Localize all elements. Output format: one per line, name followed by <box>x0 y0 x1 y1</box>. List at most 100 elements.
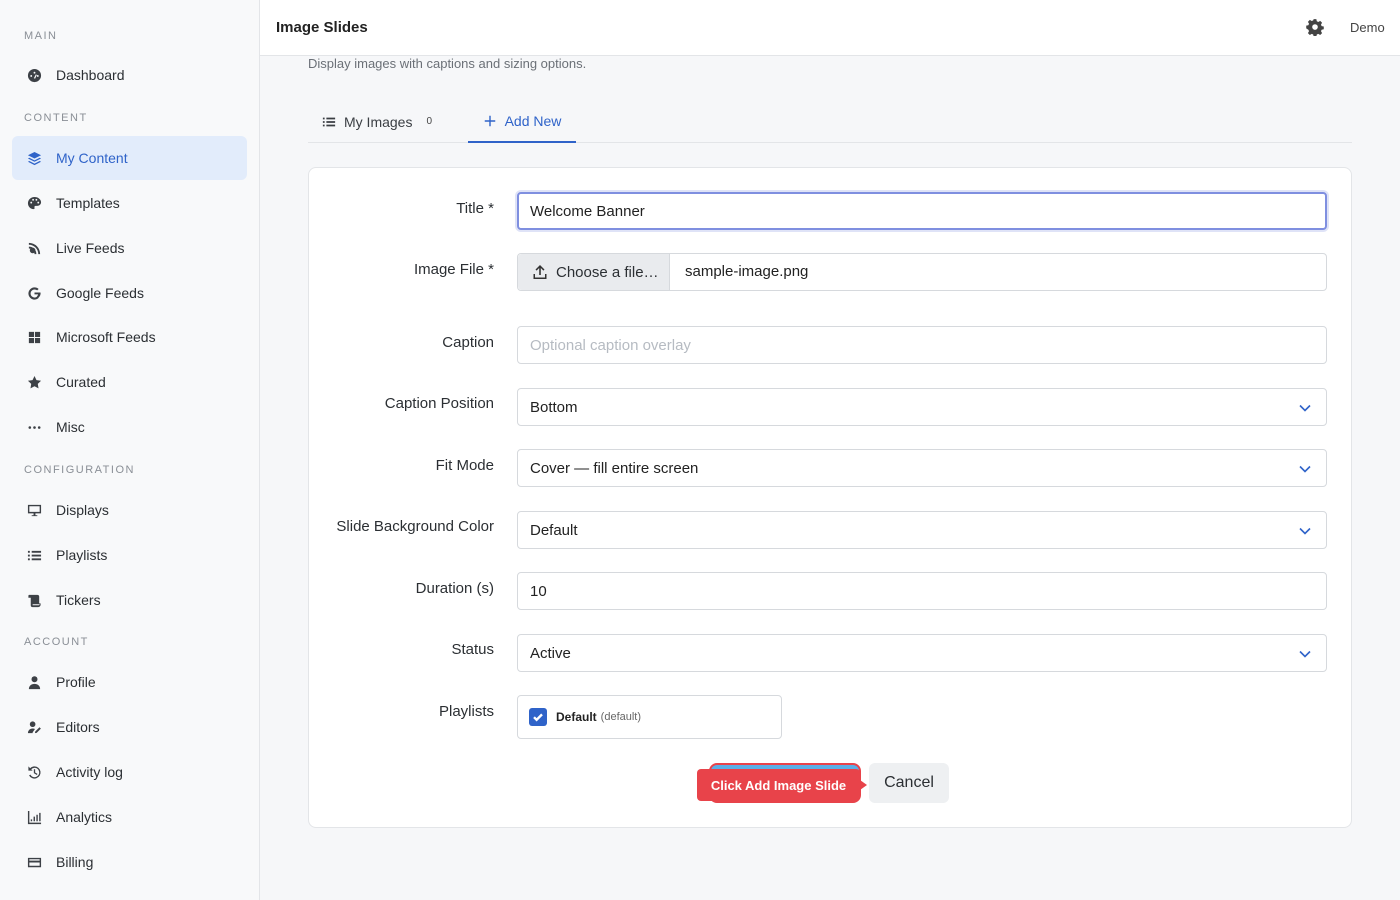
history-icon <box>26 764 42 780</box>
fit-mode-select[interactable]: Cover — fill entire screen <box>517 449 1327 487</box>
fit-mode-label: Fit Mode <box>435 457 494 474</box>
section-label-account: ACCOUNT <box>24 636 89 648</box>
caption-position-label: Caption Position <box>384 395 494 412</box>
sidebar-item-label: My Content <box>56 150 128 166</box>
sidebar-item-label: Displays <box>56 502 109 518</box>
list-icon <box>26 547 42 563</box>
sidebar-item-playlists[interactable]: Playlists <box>12 533 247 577</box>
monitor-icon <box>26 502 42 518</box>
sidebar-item-google-feeds[interactable]: Google Feeds <box>12 271 247 315</box>
count-badge: 0 <box>426 116 433 127</box>
sidebar-item-tickers[interactable]: Tickers <box>12 578 247 622</box>
credit-card-icon <box>26 854 42 870</box>
sidebar-item-microsoft-feeds[interactable]: Microsoft Feeds <box>12 315 247 359</box>
star-icon <box>26 374 42 390</box>
sidebar-item-label: Analytics <box>56 809 113 825</box>
playlist-default-note: (default) <box>600 711 642 723</box>
page-title: Image Slides <box>276 19 368 36</box>
tab-label: My Images <box>344 113 413 130</box>
sidebar-item-label: Google Feeds <box>56 285 144 301</box>
sidebar-item-label: Microsoft Feeds <box>56 329 156 345</box>
sidebar-item-billing[interactable]: Billing <box>12 840 247 884</box>
choose-file-button[interactable]: Choose a file… <box>518 254 670 290</box>
caption-position-select[interactable]: Bottom <box>517 388 1327 426</box>
sidebar-item-label: Curated <box>56 374 106 390</box>
sidebar-item-displays[interactable]: Displays <box>12 488 247 532</box>
chart-line-icon <box>26 809 42 825</box>
upload-icon <box>533 265 547 279</box>
tab-my-images[interactable]: My Images 0 <box>322 100 432 143</box>
gear-icon[interactable] <box>1306 18 1324 37</box>
chevron-down-icon <box>1298 524 1312 538</box>
title-input[interactable]: Welcome Banner <box>517 192 1327 230</box>
duration-label: Duration (s) <box>415 580 494 597</box>
sidebar-item-label: Dashboard <box>56 67 125 83</box>
duration-input[interactable]: 10 <box>517 572 1327 610</box>
sidebar-item-misc[interactable]: Misc <box>12 405 247 449</box>
playlists-label: Playlists <box>438 703 494 720</box>
google-icon <box>26 285 42 301</box>
select-value: Cover — fill entire screen <box>530 459 699 477</box>
select-value: Active <box>530 644 571 662</box>
select-value: Default <box>530 521 578 539</box>
sidebar-item-label: Misc <box>56 419 85 435</box>
plus-icon <box>484 115 495 126</box>
sidebar-item-label: Live Feeds <box>56 240 125 256</box>
sidebar-item-my-content[interactable]: My Content <box>12 136 247 180</box>
slide-background-label: Slide Background Color <box>336 518 494 535</box>
sidebar-item-label: Editors <box>56 719 100 735</box>
sidebar-item-label: Playlists <box>56 547 108 563</box>
top-header: Image Slides Demo <box>260 0 1400 56</box>
image-file-input[interactable]: Choose a file… sample-image.png <box>517 253 1327 291</box>
image-file-label: Image File * <box>413 261 494 278</box>
form-card: Title * Welcome Banner Image File * Choo… <box>308 167 1352 828</box>
list-icon <box>322 117 336 126</box>
select-value: Bottom <box>530 398 578 416</box>
playlists-box: Default (default) <box>517 695 782 739</box>
section-label-configuration: CONFIGURATION <box>24 464 135 476</box>
sidebar-item-analytics[interactable]: Analytics <box>12 795 247 839</box>
dashboard-icon <box>26 67 42 83</box>
file-name: sample-image.png <box>685 263 809 280</box>
section-label-content: CONTENT <box>24 112 88 124</box>
tab-add-new[interactable]: Add New <box>468 100 576 143</box>
slide-background-select[interactable]: Default <box>517 511 1327 549</box>
user-menu[interactable]: Demo <box>1350 20 1385 35</box>
sidebar: MAIN Dashboard CONTENT My Content Templa… <box>0 0 260 900</box>
sidebar-item-activity-log[interactable]: Activity log <box>12 750 247 794</box>
status-select[interactable]: Active <box>517 634 1327 672</box>
caption-input[interactable]: Optional caption overlay <box>517 326 1327 364</box>
satellite-dish-icon <box>26 240 42 256</box>
playlist-checkbox[interactable] <box>529 708 547 726</box>
windows-icon <box>26 329 42 345</box>
section-label-main: MAIN <box>24 30 58 42</box>
tab-bar: My Images 0 Add New <box>308 100 1352 143</box>
sidebar-item-label: Billing <box>56 854 94 870</box>
sidebar-item-live-feeds[interactable]: Live Feeds <box>12 226 247 270</box>
choose-file-label: Choose a file… <box>556 263 659 281</box>
chevron-down-icon <box>1298 401 1312 415</box>
sidebar-item-label: Templates <box>56 195 120 211</box>
sidebar-item-editors[interactable]: Editors <box>12 705 247 749</box>
palette-icon <box>26 195 42 211</box>
sidebar-item-templates[interactable]: Templates <box>12 181 247 225</box>
action-hint-tooltip: Click Add Image Slide <box>697 769 867 801</box>
cancel-button[interactable]: Cancel <box>869 763 949 803</box>
sidebar-item-label: Tickers <box>56 592 101 608</box>
page-subtitle: Display images with captions and sizing … <box>308 56 587 71</box>
chevron-down-icon <box>1298 647 1312 661</box>
sidebar-item-dashboard[interactable]: Dashboard <box>12 53 247 97</box>
chevron-down-icon <box>1298 462 1312 476</box>
tab-label: Add New <box>504 112 562 129</box>
sidebar-item-label: Activity log <box>56 764 123 780</box>
sidebar-item-profile[interactable]: Profile <box>12 660 247 704</box>
user-icon <box>26 674 42 690</box>
sidebar-item-curated[interactable]: Curated <box>12 360 247 404</box>
scroll-icon <box>26 592 42 608</box>
status-label: Status <box>451 641 494 658</box>
sidebar-item-label: Profile <box>56 674 96 690</box>
caption-label: Caption <box>442 334 494 351</box>
playlist-name: Default <box>556 710 597 724</box>
user-edit-icon <box>26 719 42 735</box>
ellipsis-icon <box>26 419 42 435</box>
